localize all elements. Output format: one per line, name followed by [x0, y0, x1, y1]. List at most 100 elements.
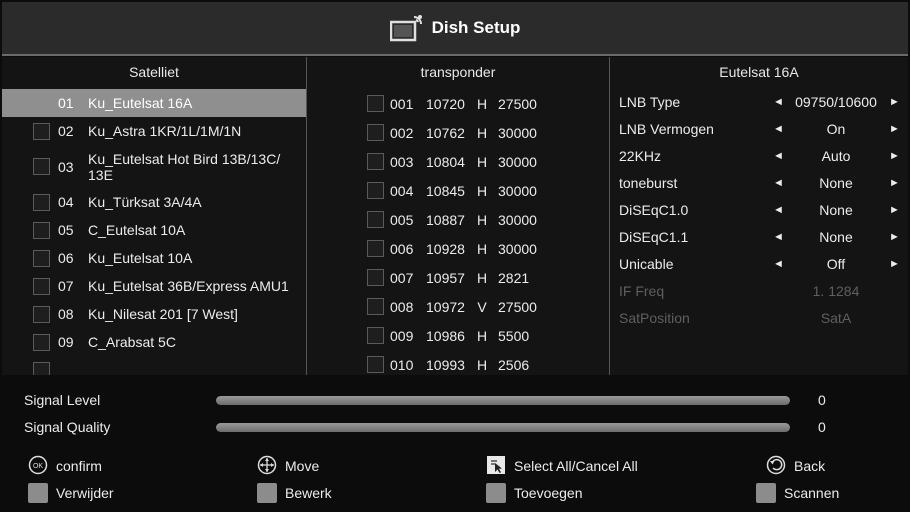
- transponder-item[interactable]: 010 10993 H 2506: [307, 350, 609, 375]
- transponder-checkbox[interactable]: [367, 327, 384, 344]
- move-arrows-icon: [257, 455, 277, 478]
- transponder-symbol-rate: 27500: [498, 95, 537, 112]
- transponder-number: 003: [390, 153, 414, 170]
- satellite-item[interactable]: 01 Ku_Eutelsat 16A: [2, 89, 306, 117]
- satellite-item-partial[interactable]: [2, 356, 306, 375]
- transponder-list[interactable]: 001 10720 H 27500 002 10762 H 30000 003 …: [307, 89, 609, 375]
- transponder-checkbox[interactable]: [367, 153, 384, 170]
- arrow-right-icon[interactable]: ►: [889, 170, 900, 197]
- setting-label: DiSEqC1.0: [619, 202, 689, 218]
- setting-value: None: [819, 175, 853, 191]
- satellite-item[interactable]: 03 Ku_Eutelsat Hot Bird 13B/13C/ 13E: [2, 145, 306, 188]
- satellite-item[interactable]: 02 Ku_Astra 1KR/1L/1M/1N: [2, 117, 306, 145]
- hint-confirm[interactable]: OK confirm: [28, 455, 102, 477]
- satellite-checkbox[interactable]: [33, 249, 50, 267]
- arrow-right-icon[interactable]: ►: [889, 89, 900, 116]
- transponder-item[interactable]: 005 10887 H 30000: [307, 205, 609, 234]
- transponder-number: 009: [390, 327, 414, 344]
- arrow-right-icon[interactable]: ►: [889, 143, 900, 170]
- hint-add[interactable]: Toevoegen: [486, 482, 583, 504]
- transponder-symbol-rate: 5500: [498, 327, 530, 344]
- signal-level-value: 0: [818, 392, 826, 408]
- hint-move[interactable]: Move: [257, 455, 319, 477]
- satellite-name: Ku_Eutelsat 36B/Express AMU1: [88, 278, 289, 294]
- selected-satellite-header: Eutelsat 16A: [719, 64, 799, 80]
- arrow-right-icon[interactable]: ►: [889, 251, 900, 278]
- transponder-checkbox[interactable]: [367, 298, 384, 315]
- satellite-checkbox[interactable]: [33, 221, 50, 239]
- satellite-name: Ku_Astra 1KR/1L/1M/1N: [88, 123, 242, 139]
- setting-unicable[interactable]: Unicable ◄ Off ►: [610, 251, 908, 278]
- satellite-item[interactable]: 08 Ku_Nilesat 201 [7 West]: [2, 300, 306, 328]
- transponder-item[interactable]: 008 10972 V 27500: [307, 292, 609, 321]
- hint-edit[interactable]: Bewerk: [257, 482, 332, 504]
- color-key-icon: [257, 483, 277, 503]
- hint-select-all[interactable]: Select All/Cancel All: [486, 455, 638, 477]
- transponder-frequency: 10845: [426, 182, 465, 199]
- transponder-checkbox[interactable]: [367, 240, 384, 257]
- arrow-right-icon[interactable]: ►: [889, 224, 900, 251]
- hint-delete[interactable]: Verwijder: [28, 482, 114, 504]
- arrow-right-icon[interactable]: ►: [889, 116, 900, 143]
- satellite-checkbox[interactable]: [33, 122, 50, 140]
- transponder-item[interactable]: 001 10720 H 27500: [307, 89, 609, 118]
- satellite-checkbox[interactable]: [33, 158, 50, 175]
- satellite-item[interactable]: 05 C_Eutelsat 10A: [2, 216, 306, 244]
- setting-22khz[interactable]: 22KHz ◄ Auto ►: [610, 143, 908, 170]
- satellite-item[interactable]: 07 Ku_Eutelsat 36B/Express AMU1: [2, 272, 306, 300]
- transponder-number: 004: [390, 182, 414, 199]
- transponder-item[interactable]: 003 10804 H 30000: [307, 147, 609, 176]
- satellite-checkbox[interactable]: [33, 361, 50, 375]
- transponder-checkbox[interactable]: [367, 124, 384, 141]
- transponder-item[interactable]: 007 10957 H 2821: [307, 263, 609, 292]
- setting-lnb-type[interactable]: LNB Type ◄ 09750/10600 ►: [610, 89, 908, 116]
- setting-diseqc10[interactable]: DiSEqC1.0 ◄ None ►: [610, 197, 908, 224]
- satellite-item[interactable]: 09 C_Arabsat 5C: [2, 328, 306, 356]
- satellite-checkbox[interactable]: [33, 94, 50, 112]
- setting-diseqc11[interactable]: DiSEqC1.1 ◄ None ►: [610, 224, 908, 251]
- transponder-item[interactable]: 002 10762 H 30000: [307, 118, 609, 147]
- satellite-checkbox[interactable]: [33, 277, 50, 295]
- transponder-checkbox[interactable]: [367, 95, 384, 112]
- satellite-name: Ku_Nilesat 201 [7 West]: [88, 306, 238, 322]
- transponder-checkbox[interactable]: [367, 269, 384, 286]
- transponder-item[interactable]: 009 10986 H 5500: [307, 321, 609, 350]
- satellite-item[interactable]: 06 Ku_Eutelsat 10A: [2, 244, 306, 272]
- transponder-symbol-rate: 2821: [498, 269, 530, 286]
- hint-back[interactable]: Back: [766, 455, 825, 477]
- arrow-right-icon[interactable]: ►: [889, 197, 900, 224]
- transponder-checkbox[interactable]: [367, 356, 384, 373]
- satellite-checkbox[interactable]: [33, 333, 50, 351]
- transponder-symbol-rate: 30000: [498, 211, 537, 228]
- signal-level-label: Signal Level: [24, 392, 101, 408]
- satellite-name: C_Arabsat 5C: [88, 334, 176, 350]
- setting-toneburst[interactable]: toneburst ◄ None ►: [610, 170, 908, 197]
- color-key-icon: [486, 483, 506, 503]
- satellite-item[interactable]: 04 Ku_Türksat 3A/4A: [2, 188, 306, 216]
- ok-button-icon: OK: [28, 455, 48, 478]
- satellite-number: 01: [58, 95, 74, 111]
- satellite-checkbox[interactable]: [33, 193, 50, 211]
- hint-delete-label: Verwijder: [56, 485, 114, 501]
- hint-select-all-label: Select All/Cancel All: [514, 458, 638, 474]
- signal-level-bar: [216, 395, 790, 405]
- transponder-number: 006: [390, 240, 414, 257]
- satellite-number: 04: [58, 194, 74, 210]
- hint-scan[interactable]: Scannen: [756, 482, 839, 504]
- setting-value: None: [819, 229, 853, 245]
- satellite-list[interactable]: 01 Ku_Eutelsat 16A 02 Ku_Astra 1KR/1L/1M…: [2, 89, 306, 375]
- satellite-name: Ku_Türksat 3A/4A: [88, 194, 202, 210]
- transponder-item[interactable]: 004 10845 H 30000: [307, 176, 609, 205]
- transponder-item[interactable]: 006 10928 H 30000: [307, 234, 609, 263]
- tv-satellite-icon: [389, 14, 424, 42]
- hint-add-label: Toevoegen: [514, 485, 583, 501]
- satellite-checkbox[interactable]: [33, 305, 50, 323]
- setting-value: Off: [826, 256, 846, 272]
- transponder-checkbox[interactable]: [367, 211, 384, 228]
- transponder-polarity: H: [476, 356, 488, 373]
- transponder-checkbox[interactable]: [367, 182, 384, 199]
- transponder-frequency: 10720: [426, 95, 465, 112]
- setting-lnb-power[interactable]: LNB Vermogen ◄ On ►: [610, 116, 908, 143]
- transponder-frequency: 10804: [426, 153, 465, 170]
- transponder-frequency: 10957: [426, 269, 465, 286]
